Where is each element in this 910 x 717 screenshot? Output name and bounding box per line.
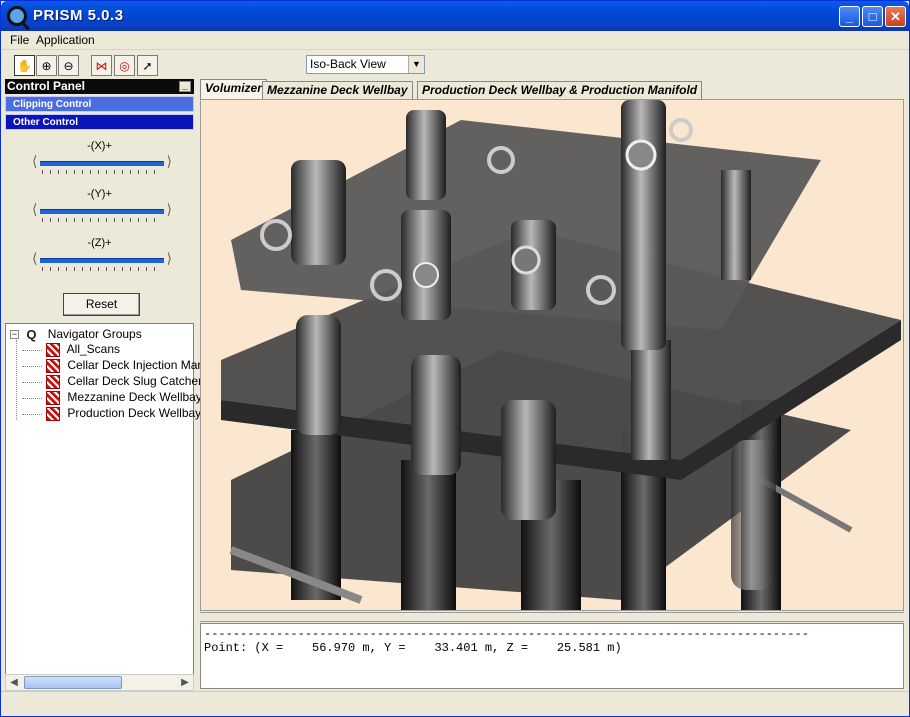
select-pointer-icon: ➚ [142,58,153,73]
tree-root-label: Navigator Groups [47,327,142,341]
scroll-right-icon[interactable]: ▶ [177,675,193,690]
slider-right-handle[interactable]: ⟩ [167,153,172,170]
tree-item-label: Production Deck Wellbay [67,406,202,420]
slider-track[interactable] [40,209,164,214]
tree-connector [16,340,17,420]
collapse-icon[interactable]: − [10,330,19,340]
scroll-left-icon[interactable]: ◀ [6,675,22,690]
tree-item-label: Cellar Deck Injection Mani [67,358,207,372]
close-button[interactable]: ✕ [885,6,906,27]
tab-clipping-control[interactable]: Clipping Control [5,96,194,112]
slider-right-handle[interactable]: ⟩ [167,250,172,267]
tree-item-label: All_Scans [66,342,121,356]
zoom-in-button[interactable]: ⊕ [36,55,57,76]
y-clip-slider[interactable]: ⟨ ⟩ [32,201,172,223]
slider-ticks [42,218,162,222]
hand-tool-button[interactable]: ✋ [14,55,35,76]
point-coordinates: Point: (X = 56.970 m, Y = 33.401 m, Z = … [204,641,622,655]
tree-root-navigator-groups[interactable]: − Navigator Groups [10,327,142,343]
zoom-out-icon: ⊖ [63,58,74,73]
slider-left-handle[interactable]: ⟨ [32,153,37,170]
window-title: PRISM 5.0.3 [33,7,124,24]
tab-production-deck-wellbay[interactable]: Production Deck Wellbay & Production Man… [417,81,703,99]
tree-item[interactable]: Production Deck Wellbay [21,406,202,422]
view-tabs: Volumizer Mezzanine Deck Wellbay Product… [198,79,902,99]
control-panel-title: Control Panel [7,79,86,93]
control-panel-header: Control Panel _ [5,79,194,94]
menu-application[interactable]: Application [36,33,95,47]
tab-mezzanine-deck-wellbay[interactable]: Mezzanine Deck Wellbay [262,81,413,99]
status-bar [1,691,909,716]
point-readout-console: ----------------------------------------… [200,623,904,689]
scan-group-icon [46,406,60,421]
bowtie-icon: ⋈ [95,58,108,73]
3d-point-cloud-viewport[interactable] [200,99,904,611]
slider-right-handle[interactable]: ⟩ [167,201,172,218]
target-button[interactable]: ◎ [114,55,135,76]
target-icon: ◎ [119,58,130,73]
slider-left-handle[interactable]: ⟨ [32,250,37,267]
scan-group-icon [46,358,60,373]
point-cloud-render[interactable] [201,100,904,611]
slider-left-handle[interactable]: ⟨ [32,201,37,218]
minimize-button[interactable]: _ [839,6,860,27]
maximize-button[interactable]: □ [862,6,883,27]
z-axis-label: -(Z)+ [87,237,112,249]
menu-file[interactable]: File [10,33,29,47]
hand-icon: ✋ [17,58,32,73]
prism-logo-icon [7,6,27,26]
scrollbar-thumb[interactable] [24,676,122,689]
slider-ticks [42,267,162,271]
slider-ticks [42,170,162,174]
scan-group-icon [46,374,60,389]
tree-item[interactable]: Cellar Deck Injection Mani [22,358,207,374]
scan-group-icon [46,390,60,405]
x-axis-label: -(X)+ [87,140,112,152]
app-window: PRISM 5.0.3 _ □ ✕ File Application ✋ ⊕ ⊖… [0,0,910,717]
reset-button[interactable]: Reset [63,293,140,316]
title-bar[interactable]: PRISM 5.0.3 _ □ ✕ [1,1,909,31]
select-pointer-button[interactable]: ➚ [137,55,158,76]
y-axis-label: -(Y)+ [87,188,112,200]
control-panel-minimize-button[interactable]: _ [179,81,191,92]
slider-track[interactable] [40,258,164,263]
tree-item[interactable]: Cellar Deck Slug Catcher [21,374,203,390]
zoom-in-icon: ⊕ [41,58,52,73]
control-panel: Control Panel _ Clipping Control Other C… [5,79,194,323]
tree-item-label: Cellar Deck Slug Catcher [67,374,203,388]
scan-group-icon [46,342,60,357]
view-select-value: Iso-Back View [310,57,386,71]
slider-track[interactable] [40,161,164,166]
tree-item[interactable]: All_Scans [21,342,121,358]
z-clip-slider[interactable]: ⟨ ⟩ [32,250,172,272]
x-clip-slider[interactable]: ⟨ ⟩ [32,153,172,175]
tree-item-label: Mezzanine Deck Wellbay [67,390,202,404]
clip-view-button[interactable]: ⋈ [91,55,112,76]
chevron-down-icon[interactable]: ▼ [408,56,424,73]
menu-bar: File Application [1,31,909,50]
tab-volumizer[interactable]: Volumizer [200,79,267,99]
navigator-horizontal-scrollbar[interactable]: ◀ ▶ [5,674,194,691]
zoom-out-button[interactable]: ⊖ [58,55,79,76]
navigator-groups-icon [26,327,40,342]
console-splitter[interactable] [200,612,904,622]
console-rule: ----------------------------------------… [204,627,809,641]
view-select[interactable]: Iso-Back View ▼ [306,55,425,74]
tree-item[interactable]: Mezzanine Deck Wellbay [22,390,202,406]
navigator-tree: − Navigator Groups All_Scans Cellar Deck… [5,323,207,691]
toolbar: ✋ ⊕ ⊖ ⋈ ◎ ➚ [1,51,909,79]
tab-other-control[interactable]: Other Control [5,114,194,130]
